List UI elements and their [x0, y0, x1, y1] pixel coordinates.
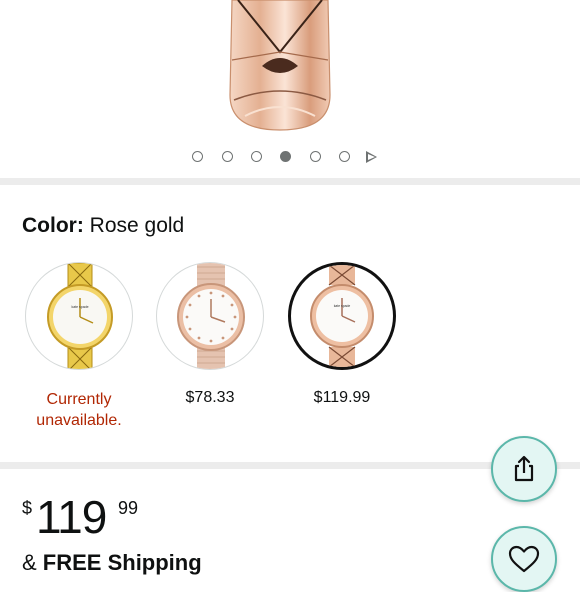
watch-thumbnail-gold: kate spade	[47, 263, 113, 369]
section-divider	[0, 178, 580, 185]
color-swatch-gold[interactable]: kate spade	[25, 262, 133, 370]
color-label: Color: Rose gold	[22, 214, 184, 238]
watch-thumbnail-rose-gold-mesh	[177, 263, 245, 369]
color-selected-value: Rose gold	[89, 214, 185, 237]
color-label-key: Color:	[22, 214, 84, 237]
product-image	[229, 0, 331, 131]
unavailable-text-line2: unavailable.	[36, 412, 122, 429]
free-shipping-text: FREE Shipping	[42, 550, 202, 575]
color-swatch-rose-gold[interactable]: kate spade	[288, 262, 396, 370]
watch-thumbnail-rose-gold: kate spade	[310, 265, 374, 367]
wishlist-button[interactable]	[491, 526, 557, 592]
swatch-status-gold: Currently unavailable.	[9, 389, 149, 431]
color-swatch-rose-gold-mesh[interactable]	[156, 262, 264, 370]
heart-icon	[508, 545, 540, 573]
product-image-carousel[interactable]	[0, 0, 580, 178]
carousel-dot-active[interactable]	[280, 151, 291, 162]
shipping-info: & FREE Shipping	[22, 550, 202, 576]
carousel-dot[interactable]	[192, 151, 203, 162]
share-button[interactable]	[491, 436, 557, 502]
swatch-price-rose-gold: $119.99	[313, 389, 371, 406]
carousel-dot[interactable]	[222, 151, 233, 162]
share-icon	[514, 455, 534, 482]
swatch-price-rose-gold-mesh: $78.33	[185, 389, 235, 406]
carousel-dot[interactable]	[310, 151, 321, 162]
svg-text:kate spade: kate spade	[334, 304, 351, 308]
carousel-dot[interactable]	[339, 151, 350, 162]
price-whole: 119	[36, 491, 107, 543]
carousel-pagination[interactable]	[0, 151, 580, 165]
next-arrow-icon[interactable]	[366, 151, 377, 163]
svg-text:kate spade: kate spade	[71, 305, 88, 309]
unavailable-text-line1: Currently	[46, 391, 112, 408]
carousel-dot[interactable]	[251, 151, 262, 162]
price-fraction: 99	[118, 498, 139, 518]
shipping-prefix: &	[22, 550, 43, 575]
price-currency: $	[22, 498, 33, 518]
